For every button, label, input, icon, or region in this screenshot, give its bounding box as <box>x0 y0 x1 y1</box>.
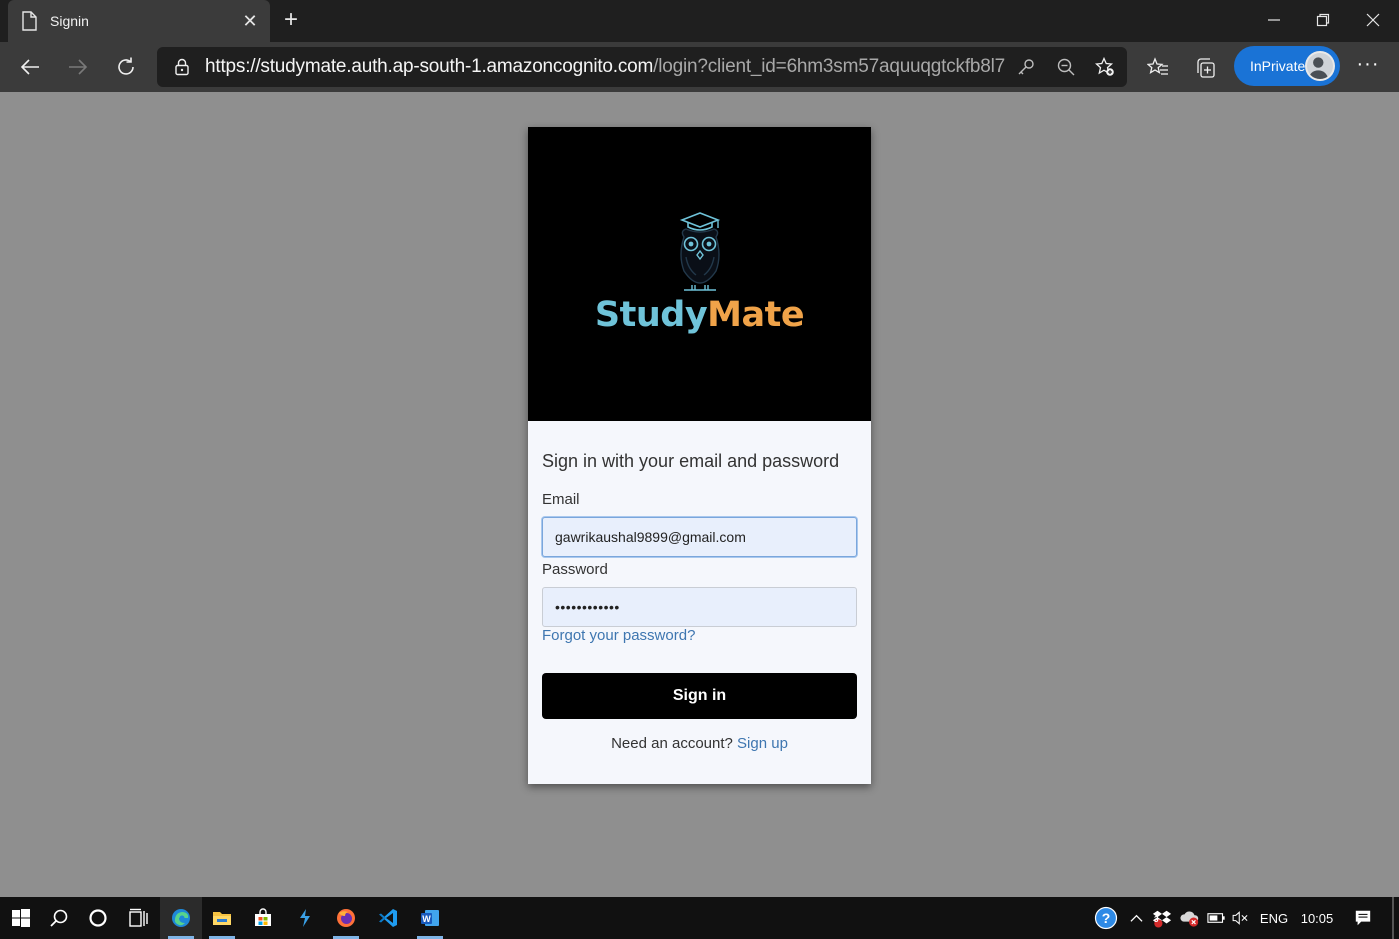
logo-text-study: Study <box>594 295 708 335</box>
arrow-left-icon <box>20 59 39 75</box>
favorites-button[interactable] <box>1145 55 1171 81</box>
azure-data-studio-icon <box>300 909 310 927</box>
email-field[interactable]: gawrikaushal9899@gmail.com <box>542 517 857 557</box>
inprivate-profile-button[interactable]: InPrivate <box>1234 46 1340 86</box>
svg-text:?: ? <box>1102 910 1111 926</box>
email-label: Email <box>542 491 580 508</box>
logo-banner: StudyMate <box>528 127 871 421</box>
vscode-icon <box>379 909 397 927</box>
forgot-password-link[interactable]: Forgot your password? <box>542 627 695 644</box>
windows-start-button[interactable] <box>0 897 42 939</box>
cortana-icon <box>89 909 107 927</box>
collections-button[interactable] <box>1193 55 1219 81</box>
store-icon <box>255 908 271 926</box>
arrow-right-icon <box>69 59 88 75</box>
signup-prompt: Need an account? <box>611 735 733 752</box>
taskbar: W ? 3 ENG 10:05 <box>0 897 1399 939</box>
password-value: •••••••••••• <box>555 599 620 615</box>
taskbar-store[interactable] <box>242 897 284 939</box>
tab-strip: Signin ✕ + <box>0 0 1399 42</box>
back-button[interactable] <box>14 52 46 82</box>
task-view-button[interactable] <box>117 897 159 939</box>
word-icon: W <box>421 910 439 926</box>
favorites-list-icon <box>1147 57 1168 75</box>
onedrive-tray-icon[interactable] <box>1178 897 1202 939</box>
svg-text:W: W <box>422 914 431 924</box>
show-hidden-icons-button[interactable] <box>1126 897 1146 939</box>
battery-tray-icon[interactable] <box>1205 897 1227 939</box>
email-value: gawrikaushal9899@gmail.com <box>555 529 746 545</box>
taskbar-vscode[interactable] <box>367 897 409 939</box>
task-view-icon <box>129 908 148 927</box>
restore-button[interactable] <box>1299 0 1347 40</box>
logo-text-mate: Mate <box>707 295 805 335</box>
close-tab-icon[interactable]: ✕ <box>240 11 260 32</box>
new-tab-button[interactable]: + <box>278 8 304 34</box>
clock[interactable]: 10:05 <box>1296 897 1338 939</box>
signin-heading: Sign in with your email and password <box>542 451 840 471</box>
volume-tray-icon[interactable] <box>1230 897 1252 939</box>
url-path: /login?client_id=6hm3sm57aquuqgtckfb8l7l… <box>653 56 1005 77</box>
zoom-out-icon <box>1057 58 1075 76</box>
url-text[interactable]: https://studymate.auth.ap-south-1.amazon… <box>205 56 1005 78</box>
help-icon: ? <box>1094 906 1118 930</box>
file-explorer-icon <box>213 912 231 925</box>
language-indicator[interactable]: ENG <box>1256 897 1292 939</box>
signin-card: StudyMate Sign in with your email and pa… <box>528 127 871 784</box>
password-field[interactable]: •••••••••••• <box>542 587 857 627</box>
browser-toolbar: https://studymate.auth.ap-south-1.amazon… <box>0 42 1399 92</box>
signup-row: Need an account? Sign up <box>542 735 857 752</box>
password-label: Password <box>542 561 608 578</box>
volume-muted-icon <box>1232 911 1248 925</box>
dropbox-badge-count: 3 <box>1154 915 1159 924</box>
notifications-button[interactable] <box>1348 897 1378 939</box>
owl-logo-icon <box>679 212 721 291</box>
tab-signin[interactable]: Signin ✕ <box>8 0 270 42</box>
help-tray-button[interactable]: ? <box>1092 897 1120 939</box>
cloud-error-icon <box>1180 911 1199 927</box>
minimize-icon <box>1268 19 1280 21</box>
taskbar-azure-data-studio[interactable] <box>284 897 326 939</box>
star-add-icon <box>1095 57 1114 76</box>
taskbar-file-explorer[interactable] <box>201 897 243 939</box>
firefox-icon <box>337 909 355 927</box>
dropbox-tray-icon[interactable]: 3 <box>1151 897 1173 939</box>
taskbar-edge[interactable] <box>160 897 202 939</box>
chevron-up-icon <box>1129 914 1143 922</box>
address-bar[interactable]: https://studymate.auth.ap-south-1.amazon… <box>157 47 1127 87</box>
person-icon <box>1308 57 1329 79</box>
inprivate-label: InPrivate <box>1250 58 1306 74</box>
refresh-icon <box>118 57 134 75</box>
notification-icon <box>1355 910 1371 926</box>
restore-icon <box>1316 13 1330 27</box>
tab-title: Signin <box>50 13 89 29</box>
taskbar-search-button[interactable] <box>38 897 80 939</box>
page-icon <box>22 11 37 31</box>
avatar <box>1305 51 1335 81</box>
show-desktop-button[interactable] <box>1392 897 1394 939</box>
lock-icon[interactable] <box>173 58 191 76</box>
collections-icon <box>1197 58 1215 78</box>
edge-icon <box>172 909 190 927</box>
taskbar-word[interactable]: W <box>409 897 451 939</box>
search-icon <box>50 909 68 927</box>
add-favorite-button[interactable] <box>1093 56 1117 78</box>
url-host: https://studymate.auth.ap-south-1.amazon… <box>205 56 654 77</box>
close-window-button[interactable] <box>1349 0 1397 40</box>
windows-start-icon <box>12 909 30 927</box>
zoom-button[interactable] <box>1054 56 1078 78</box>
minimize-button[interactable] <box>1250 0 1298 40</box>
refresh-button[interactable] <box>110 52 142 82</box>
signup-link[interactable]: Sign up <box>737 735 788 752</box>
forward-button[interactable] <box>62 52 94 82</box>
cortana-button[interactable] <box>77 897 119 939</box>
battery-icon <box>1206 913 1225 923</box>
close-icon <box>1366 13 1380 27</box>
password-key-button[interactable] <box>1014 56 1038 78</box>
more-options-button[interactable]: ··· <box>1354 54 1382 80</box>
key-icon <box>1018 59 1034 75</box>
studymate-logo-text: StudyMate <box>528 295 871 335</box>
signin-button[interactable]: Sign in <box>542 673 857 719</box>
taskbar-firefox[interactable] <box>325 897 367 939</box>
